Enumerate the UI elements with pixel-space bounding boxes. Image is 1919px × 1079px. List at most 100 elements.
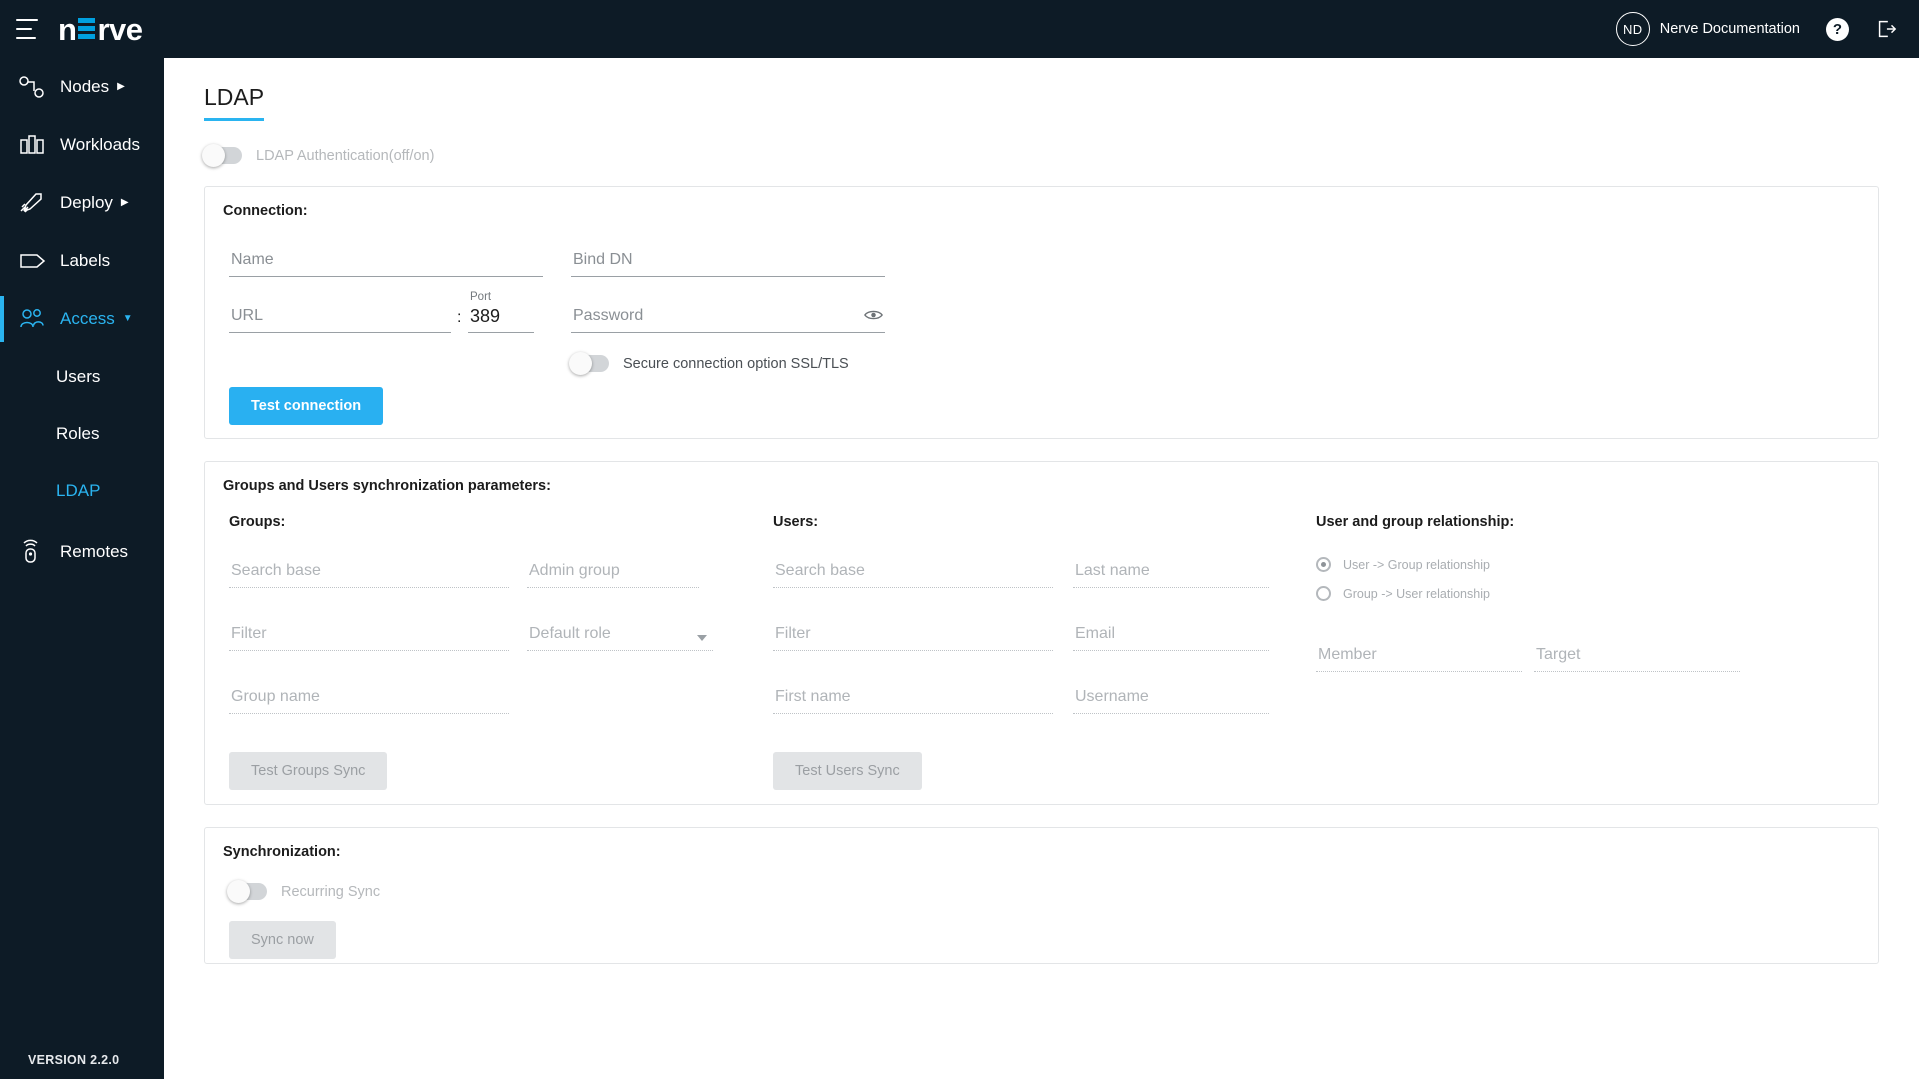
chevron-down-icon: ▼ — [122, 313, 133, 324]
sync-now-button[interactable]: Sync now — [229, 921, 336, 959]
recurring-sync-toggle[interactable] — [227, 880, 267, 903]
avatar-initials: ND — [1623, 21, 1643, 37]
port-field-label: Port — [470, 291, 492, 303]
sidebar-item-label: Deploy — [60, 193, 113, 212]
groups-search-base-field[interactable]: Search base — [229, 550, 509, 588]
synchronization-card-title: Synchronization: — [223, 844, 341, 860]
recurring-sync-toggle-row: Recurring Sync — [227, 880, 380, 903]
chevron-down-icon — [697, 635, 707, 641]
username-placeholder: Username — [1075, 688, 1149, 705]
sidebar-item-roles[interactable]: Roles — [0, 405, 164, 462]
sidebar-item-nodes[interactable]: Nodes ▶ — [0, 58, 164, 116]
sidebar-item-workloads[interactable]: Workloads — [0, 116, 164, 174]
sidebar-item-users[interactable]: Users — [0, 348, 164, 405]
user-to-group-radio[interactable] — [1316, 557, 1331, 572]
ssl-toggle-row: Secure connection option SSL/TLS — [569, 352, 849, 375]
admin-group-placeholder: Admin group — [529, 562, 620, 579]
ssl-toggle-label: Secure connection option SSL/TLS — [623, 355, 849, 372]
remotes-icon — [18, 539, 52, 565]
first-name-placeholder: First name — [775, 688, 851, 705]
logo-e-glyph — [78, 17, 96, 41]
ldap-auth-toggle[interactable] — [202, 144, 242, 167]
sync-parameters-card-title: Groups and Users synchronization paramet… — [223, 478, 551, 494]
logo-text-pre: n — [58, 11, 77, 47]
sidebar-item-label: Nodes — [60, 77, 110, 96]
name-field-placeholder: Name — [231, 251, 274, 268]
first-name-field[interactable]: First name — [773, 676, 1053, 714]
ssl-toggle[interactable] — [569, 352, 609, 375]
groups-column-title: Groups: — [229, 514, 286, 530]
url-port-separator: : — [457, 309, 462, 326]
last-name-placeholder: Last name — [1075, 562, 1150, 579]
test-connection-button[interactable]: Test connection — [229, 387, 384, 425]
groups-filter-field[interactable]: Filter — [229, 613, 509, 651]
page-title-row: LDAP — [164, 58, 1919, 121]
users-search-base-field[interactable]: Search base — [773, 550, 1053, 588]
group-to-user-radio-row[interactable]: Group -> User relationship — [1316, 579, 1490, 608]
sidebar-item-remotes[interactable]: Remotes — [0, 523, 164, 581]
connection-card: Connection: Name Bind DN URL : Port 389 … — [204, 186, 1879, 439]
sync-parameters-card: Groups and Users synchronization paramet… — [204, 461, 1879, 805]
sidebar-item-labels[interactable]: Labels — [0, 232, 164, 290]
sidebar-item-deploy[interactable]: Deploy ▶ — [0, 174, 164, 232]
sidebar-item-label: Workloads — [60, 135, 140, 154]
chevron-right-icon: ▶ — [120, 197, 129, 208]
member-placeholder: Member — [1318, 646, 1377, 663]
chevron-right-icon: ▶ — [117, 81, 125, 92]
group-name-placeholder: Group name — [231, 688, 320, 705]
version-label: VERSION 2.2.0 — [28, 1053, 120, 1067]
help-icon[interactable]: ? — [1826, 17, 1849, 41]
relationship-column-title: User and group relationship: — [1316, 514, 1515, 530]
group-to-user-radio[interactable] — [1316, 586, 1331, 601]
sidebar-subitem-label: Users — [56, 366, 101, 386]
sidebar-item-label: Access — [60, 309, 115, 328]
access-icon — [18, 307, 52, 331]
sidebar-item-label: Labels — [60, 251, 111, 270]
test-users-sync-button[interactable]: Test Users Sync — [773, 752, 922, 790]
page-title: LDAP — [204, 84, 265, 121]
users-column-title: Users: — [773, 514, 819, 530]
url-field[interactable]: URL — [229, 295, 451, 333]
ldap-auth-toggle-row: LDAP Authentication(off/on) — [202, 144, 1919, 167]
username-field[interactable]: Username — [1073, 676, 1269, 714]
avatar[interactable]: ND — [1615, 12, 1650, 46]
user-to-group-radio-label: User -> Group relationship — [1343, 557, 1490, 572]
sidebar-subitem-label: Roles — [56, 423, 100, 443]
groups-search-base-placeholder: Search base — [231, 562, 321, 579]
default-role-select[interactable]: Default role — [527, 613, 713, 651]
sidebar-item-ldap[interactable]: LDAP — [0, 462, 164, 519]
member-field[interactable]: Member — [1316, 634, 1522, 672]
port-field-value: 389 — [470, 306, 501, 326]
target-placeholder: Target — [1536, 646, 1581, 663]
email-field[interactable]: Email — [1073, 613, 1269, 651]
sidebar-item-access[interactable]: Access ▼ — [0, 290, 164, 348]
main-content: LDAP LDAP Authentication(off/on) Connect… — [164, 58, 1919, 1079]
last-name-field[interactable]: Last name — [1073, 550, 1269, 588]
password-field[interactable]: Password — [571, 295, 885, 333]
name-field[interactable]: Name — [229, 239, 543, 277]
connection-card-title: Connection: — [223, 203, 308, 219]
user-to-group-radio-row[interactable]: User -> Group relationship — [1316, 550, 1490, 579]
test-groups-sync-button[interactable]: Test Groups Sync — [229, 752, 388, 790]
logout-icon[interactable] — [1875, 18, 1897, 40]
url-field-placeholder: URL — [231, 307, 264, 324]
bind-dn-field[interactable]: Bind DN — [571, 239, 885, 277]
users-filter-field[interactable]: Filter — [773, 613, 1053, 651]
email-placeholder: Email — [1075, 625, 1116, 642]
labels-icon — [18, 249, 52, 273]
target-field[interactable]: Target — [1534, 634, 1740, 672]
nerve-logo: n rve — [58, 11, 143, 47]
hamburger-icon[interactable] — [16, 19, 38, 39]
user-name-label: Nerve Documentation — [1659, 21, 1800, 37]
bind-dn-field-placeholder: Bind DN — [573, 251, 633, 268]
groups-filter-placeholder: Filter — [231, 625, 267, 642]
workloads-icon — [18, 133, 52, 157]
nodes-icon — [18, 75, 52, 99]
eye-icon[interactable] — [864, 308, 883, 327]
top-bar: n rve ND Nerve Documentation ? — [0, 0, 1919, 58]
default-role-placeholder: Default role — [529, 625, 611, 642]
group-to-user-radio-label: Group -> User relationship — [1343, 586, 1490, 601]
group-name-field[interactable]: Group name — [229, 676, 509, 714]
port-field[interactable]: Port 389 — [468, 291, 534, 333]
admin-group-field[interactable]: Admin group — [527, 550, 699, 588]
